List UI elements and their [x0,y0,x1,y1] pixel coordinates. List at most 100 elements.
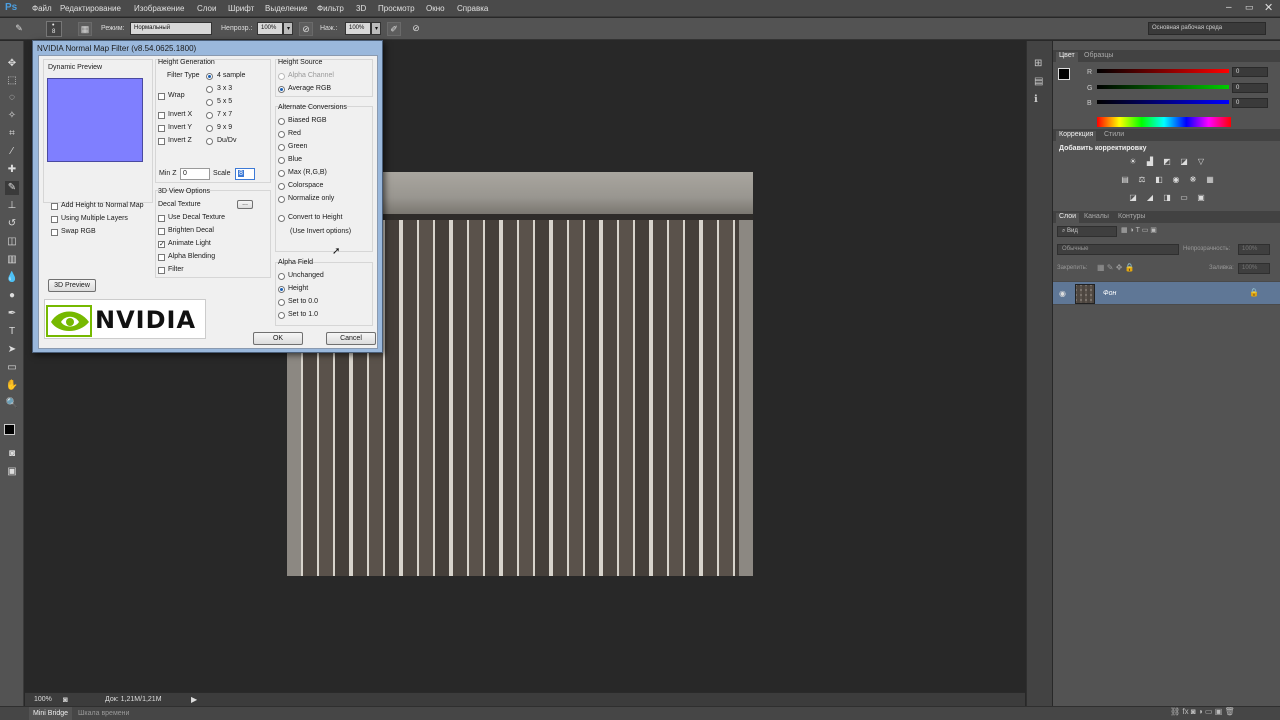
layer-name[interactable]: Фон [1103,290,1116,297]
decal-browse-button[interactable]: ... [237,200,253,209]
filter-dudv-radio[interactable] [206,138,213,145]
flow-input[interactable]: 100% [345,22,371,35]
type-tool-icon[interactable]: T [5,325,19,339]
tab-swatches[interactable]: Образцы [1081,52,1116,59]
status-menu-arrow-icon[interactable]: ▶ [191,695,197,704]
pressure-opacity-icon[interactable]: ⊘ [299,22,313,36]
swap-rgb-checkbox[interactable] [51,229,58,236]
maximize-icon[interactable]: ▭ [1245,2,1254,13]
green-radio[interactable] [278,144,285,151]
brush-panel-icon[interactable]: ▦ [78,22,92,36]
workspace-select[interactable]: Основная рабочая среда [1148,22,1266,35]
history-panel-icon[interactable]: ⊞ [1034,58,1042,69]
animate-light-checkbox[interactable]: ✓ [158,241,165,248]
gradient-map-icon[interactable]: ▭ [1178,193,1190,203]
fill-input[interactable]: 100% [1238,263,1270,274]
alpha-blending-checkbox[interactable] [158,254,165,261]
channel-mixer-icon[interactable]: ❋ [1187,175,1199,185]
menu-filter[interactable]: Фильтр [317,4,344,13]
wrap-checkbox[interactable] [158,93,165,100]
menu-select[interactable]: Выделение [265,4,307,13]
blur-tool-icon[interactable]: 💧 [5,271,19,285]
visibility-eye-icon[interactable]: ◉ [1059,289,1066,298]
alpha-unchanged-radio[interactable] [278,273,285,280]
hue-sat-icon[interactable]: ▤ [1119,175,1131,185]
invert-z-checkbox[interactable] [158,138,165,145]
lasso-tool-icon[interactable]: ◌ [5,91,19,105]
pressure-size-icon[interactable]: ⊘ [409,22,423,36]
layer-kind-filter[interactable]: ⌕ Вид [1057,226,1117,237]
blue-slider[interactable] [1097,100,1229,104]
alpha-zero-radio[interactable] [278,299,285,306]
menu-type[interactable]: Шрифт [228,4,254,13]
exposure-icon[interactable]: ◪ [1178,157,1190,167]
gradient-tool-icon[interactable]: ▥ [5,253,19,267]
color-balance-icon[interactable]: ⚖ [1136,175,1148,185]
average-rgb-radio[interactable] [278,86,285,93]
pen-tool-icon[interactable]: ✒ [5,307,19,321]
quick-mask-icon[interactable]: ◙ [5,447,19,461]
move-tool-icon[interactable]: ✥ [5,57,19,71]
color-lookup-icon[interactable]: ▦ [1204,175,1216,185]
red-value[interactable]: 0 [1232,67,1268,77]
layer-footer-icons[interactable]: ⛓ fx ◙ ◑ ▭ ▣ 🗑 [1170,707,1235,716]
colorspace-radio[interactable] [278,183,285,190]
filter-7x7-radio[interactable] [206,112,213,119]
quick-select-tool-icon[interactable]: ✧ [5,109,19,123]
lock-icons[interactable]: ▦ ✎ ✥ 🔒 [1097,263,1135,272]
history-brush-icon[interactable]: ↺ [5,217,19,231]
3d-preview-button[interactable]: 3D Preview [48,279,96,292]
vibrance-icon[interactable]: ▽ [1195,157,1207,167]
green-value[interactable]: 0 [1232,83,1268,93]
dodge-tool-icon[interactable]: ● [5,289,19,303]
screen-mode-icon[interactable]: ▣ [5,465,19,479]
invert-x-checkbox[interactable] [158,112,165,119]
layer-row[interactable]: ◉ Фон 🔒 [1053,281,1280,305]
normalize-radio[interactable] [278,196,285,203]
mode-select[interactable]: Нормальный [130,22,212,35]
alpha-channel-radio[interactable] [278,73,285,80]
brush-preset-picker[interactable]: • 8 [46,21,62,37]
eyedropper-tool-icon[interactable]: ⁄ [5,145,19,159]
eraser-tool-icon[interactable]: ◫ [5,235,19,249]
filter-5x5-radio[interactable] [206,99,213,106]
opacity-dropdown-icon[interactable]: ▾ [283,22,293,35]
brush-tool-icon[interactable]: ✎ [5,181,19,195]
color-spectrum[interactable] [1097,117,1231,127]
blue-value[interactable]: 0 [1232,98,1268,108]
tab-channels[interactable]: Каналы [1081,213,1112,220]
healing-tool-icon[interactable]: ✚ [5,163,19,177]
blend-mode-select[interactable]: Обычные [1057,244,1179,255]
tab-adjustments[interactable]: Коррекция [1056,131,1097,141]
brighten-decal-checkbox[interactable] [158,228,165,235]
red-radio[interactable] [278,131,285,138]
red-slider[interactable] [1097,69,1229,73]
convert-height-radio[interactable] [278,215,285,222]
menu-window[interactable]: Окно [426,4,445,13]
opacity-input[interactable]: 100% [257,22,283,35]
menu-3d[interactable]: 3D [356,4,366,13]
invert-y-checkbox[interactable] [158,125,165,132]
hand-tool-icon[interactable]: ✋ [5,379,19,393]
bw-icon[interactable]: ◧ [1153,175,1165,185]
filter-3x3-radio[interactable] [206,86,213,93]
foreground-color[interactable] [4,424,15,435]
biased-rgb-radio[interactable] [278,118,285,125]
flow-dropdown-icon[interactable]: ▾ [371,22,381,35]
curves-icon[interactable]: ◩ [1161,157,1173,167]
crop-tool-icon[interactable]: ⌗ [5,127,19,141]
tab-color[interactable]: Цвет [1056,52,1078,62]
layer-opacity-input[interactable]: 100% [1238,244,1270,255]
properties-panel-icon[interactable]: ℹ [1034,94,1038,105]
menu-edit[interactable]: Редактирование [60,4,121,13]
scale-input[interactable]: 8 [235,168,255,180]
filter-4sample-radio[interactable] [206,73,213,80]
selective-color-icon[interactable]: ▣ [1195,193,1207,203]
use-decal-checkbox[interactable] [158,215,165,222]
tab-mini-bridge[interactable]: Mini Bridge [29,707,73,720]
shape-tool-icon[interactable]: ▭ [5,361,19,375]
menu-file[interactable]: Файл [32,4,52,13]
airbrush-icon[interactable]: ✐ [387,22,401,36]
cancel-button[interactable]: Cancel [326,332,376,345]
posterize-icon[interactable]: ◢ [1144,193,1156,203]
